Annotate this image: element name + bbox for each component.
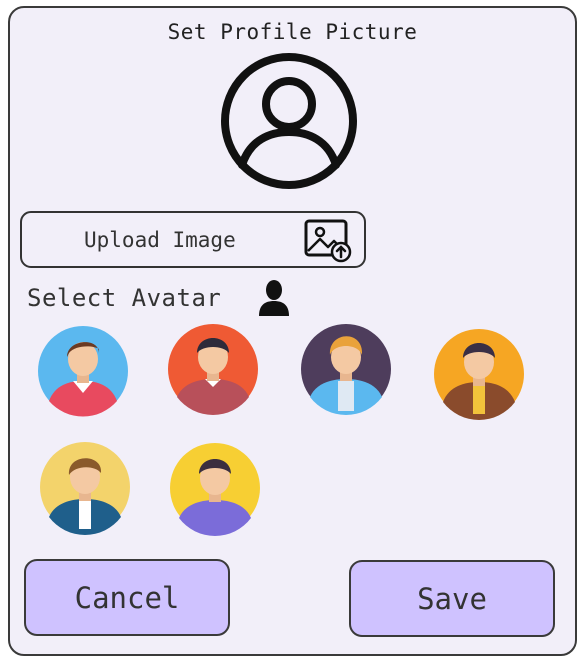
avatar-5[interactable]	[37, 439, 133, 535]
dialog-title: Set Profile Picture	[167, 20, 418, 44]
avatar-6[interactable]	[167, 440, 263, 536]
avatar-3[interactable]	[298, 321, 394, 417]
upload-image-button[interactable]: Upload Image	[20, 211, 366, 268]
upload-image-label: Upload Image	[84, 228, 236, 252]
avatar-1[interactable]	[35, 323, 131, 419]
select-avatar-label: Select Avatar	[27, 284, 222, 312]
user-circle-icon	[221, 53, 357, 189]
person-silhouette-icon	[259, 280, 289, 316]
profile-picture-dialog: Set Profile Picture Upload Image Select …	[8, 6, 577, 656]
save-button[interactable]: Save	[349, 560, 555, 637]
avatar-4[interactable]	[431, 326, 527, 422]
avatar-2[interactable]	[165, 321, 261, 417]
image-upload-icon	[304, 219, 352, 263]
cancel-button[interactable]: Cancel	[24, 559, 230, 636]
